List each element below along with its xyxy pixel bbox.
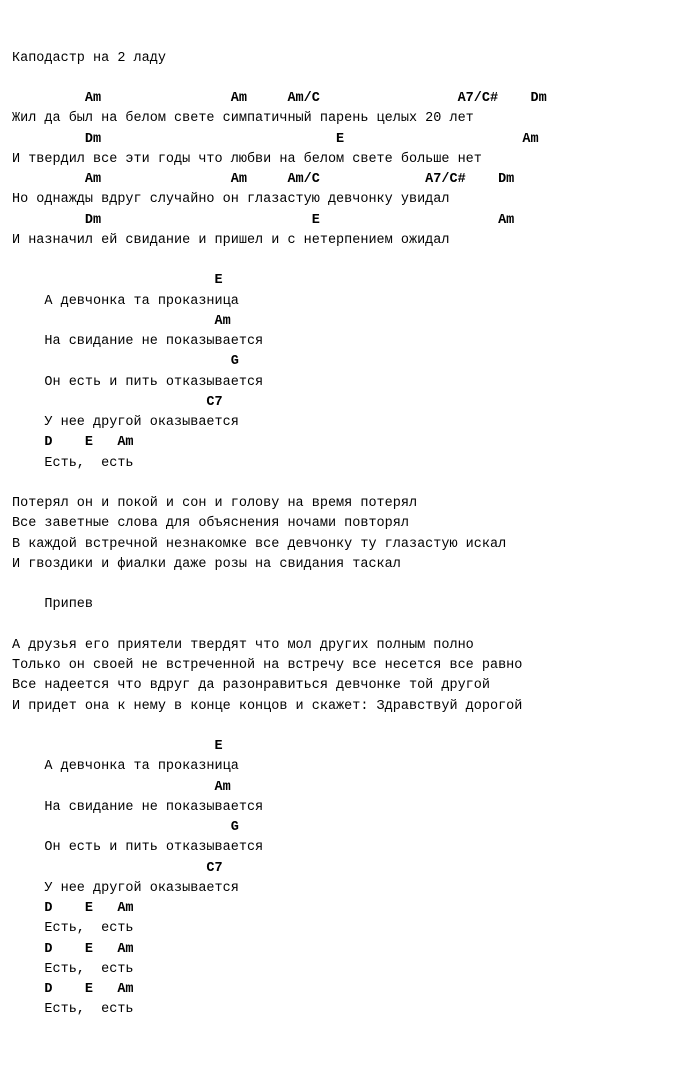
- lyric-line: И твердил все эти годы что любви на бело…: [12, 150, 688, 170]
- chord-line: G: [12, 352, 688, 372]
- lyric-line: У нее другой оказывается: [12, 413, 688, 433]
- lyric-line: Потерял он и покой и сон и голову на вре…: [12, 494, 688, 514]
- chord-line: D E Am: [12, 899, 688, 919]
- lyric-line: А девчонка та проказница: [12, 292, 688, 312]
- chord-line: D E Am: [12, 433, 688, 453]
- lyric-line: А друзья его приятели твердят что мол др…: [12, 636, 688, 656]
- chord-line: E: [12, 271, 688, 291]
- chord-line: D E Am: [12, 980, 688, 1000]
- lyric-line: Он есть и пить отказывается: [12, 373, 688, 393]
- lyric-line: [12, 474, 688, 494]
- lyric-line: Но однажды вдруг случайно он глазастую д…: [12, 190, 688, 210]
- lyric-line: Только он своей не встреченной на встреч…: [12, 656, 688, 676]
- chord-line: Dm E Am: [12, 130, 688, 150]
- lyric-line: Есть, есть: [12, 960, 688, 980]
- chord-line: Am Am Am/C A7/C# Dm: [12, 89, 688, 109]
- lyric-line: Он есть и пить отказывается: [12, 838, 688, 858]
- lyric-line: Есть, есть: [12, 1000, 688, 1020]
- lyric-line: Все надеется что вдруг да разонравиться …: [12, 676, 688, 696]
- lyric-line: И придет она к нему в конце концов и ска…: [12, 697, 688, 717]
- lyric-line: А девчонка та проказница: [12, 757, 688, 777]
- lyric-line: [12, 575, 688, 595]
- lyric-line: Есть, есть: [12, 919, 688, 939]
- chord-line: E: [12, 737, 688, 757]
- lyric-line: Припев: [12, 595, 688, 615]
- lyric-line: Жил да был на белом свете симпатичный па…: [12, 109, 688, 129]
- lyric-line: Есть, есть: [12, 454, 688, 474]
- lyric-line: Каподастр на 2 ладу: [12, 49, 688, 69]
- lyric-line: На свидание не показывается: [12, 798, 688, 818]
- lyric-line: И назначил ей свидание и пришел и с нете…: [12, 231, 688, 251]
- lyric-line: В каждой встречной незнакомке все девчон…: [12, 535, 688, 555]
- chord-line: D E Am: [12, 940, 688, 960]
- lyric-line: На свидание не показывается: [12, 332, 688, 352]
- lyric-line: И гвоздики и фиалки даже розы на свидани…: [12, 555, 688, 575]
- chord-line: Am Am Am/C A7/C# Dm: [12, 170, 688, 190]
- lyric-line: У нее другой оказывается: [12, 879, 688, 899]
- chord-line: Am: [12, 778, 688, 798]
- song-sheet: Каподастр на 2 ладу Am Am Am/C A7/C# DmЖ…: [12, 49, 688, 1021]
- lyric-line: [12, 717, 688, 737]
- chord-line: G: [12, 818, 688, 838]
- chord-line: Am: [12, 312, 688, 332]
- lyric-line: Все заветные слова для объяснения ночами…: [12, 514, 688, 534]
- chord-line: C7: [12, 859, 688, 879]
- lyric-line: [12, 251, 688, 271]
- lyric-line: [12, 616, 688, 636]
- chord-line: Dm E Am: [12, 211, 688, 231]
- lyric-line: [12, 69, 688, 89]
- chord-line: C7: [12, 393, 688, 413]
